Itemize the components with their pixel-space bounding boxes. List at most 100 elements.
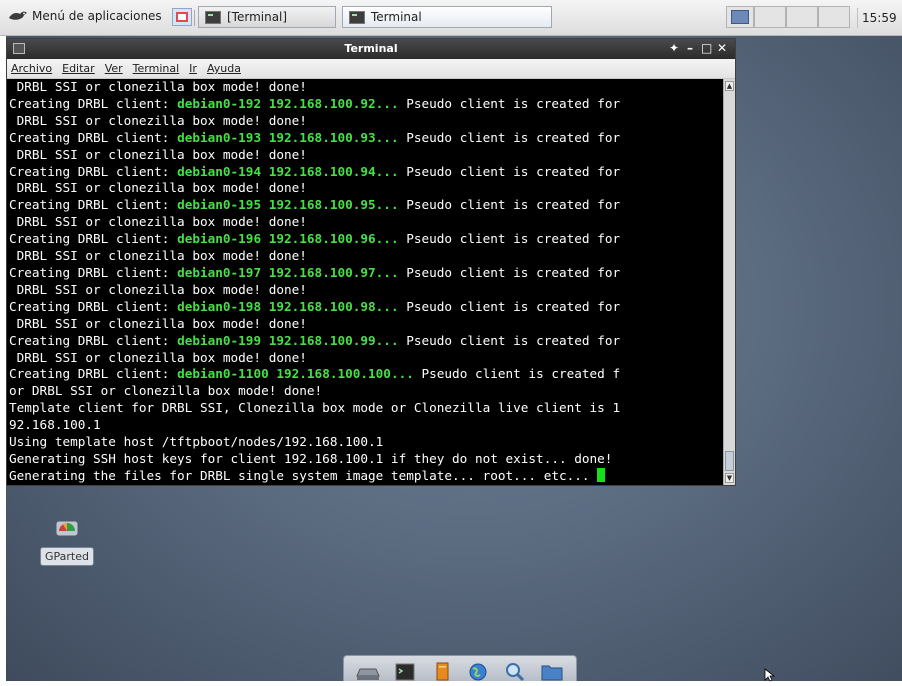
- terminal-line: Using template host /tftpboot/nodes/192.…: [9, 434, 723, 451]
- terminal-highlight-text: debian0-1100 192.168.100.100...: [177, 366, 414, 382]
- terminal-line-text: Pseudo client is created for: [398, 264, 621, 280]
- terminal-line-text: Using template host /tftpboot/nodes/192.…: [9, 434, 384, 450]
- menu-bar: Archivo Editar Ver Terminal Ir Ayuda: [7, 59, 735, 79]
- terminal-line: or DRBL SSI or clonezilla box mode! done…: [9, 383, 723, 400]
- terminal-line: Generating SSH host keys for client 192.…: [9, 451, 723, 468]
- terminal-line: Creating DRBL client: debian0-193 192.16…: [9, 130, 723, 147]
- terminal-line: 92.168.100.1: [9, 417, 723, 434]
- terminal-line: Creating DRBL client: debian0-194 192.16…: [9, 164, 723, 181]
- scroll-down-arrow[interactable]: ▼: [725, 473, 734, 483]
- terminal-line-text: or DRBL SSI or clonezilla box mode! done…: [9, 383, 323, 399]
- taskbar-item-label: Terminal: [371, 10, 422, 24]
- minimize-icon[interactable]: –: [685, 41, 695, 55]
- web-browser-icon[interactable]: [465, 661, 491, 681]
- terminal-line-text: DRBL SSI or clonezilla box mode! done!: [9, 180, 307, 196]
- workspace-window-thumbnail: [731, 10, 749, 24]
- terminal-line-text: Creating DRBL client:: [9, 129, 178, 145]
- menu-archivo[interactable]: Archivo: [11, 62, 52, 75]
- terminal-highlight-text: debian0-192 192.168.100.92...: [177, 95, 399, 111]
- terminal-highlight-text: debian0-194 192.168.100.94...: [177, 163, 399, 179]
- dock-panel: [343, 655, 577, 681]
- terminal-line: Creating DRBL client: debian0-1100 192.1…: [9, 366, 723, 383]
- pin-icon[interactable]: ✦: [669, 41, 679, 55]
- terminal-line: DRBL SSI or clonezilla box mode! done!: [9, 113, 723, 130]
- terminal-line: Creating DRBL client: debian0-192 192.16…: [9, 96, 723, 113]
- title-bar[interactable]: Terminal ✦ – □ ✕: [7, 39, 735, 59]
- terminal-line: Creating DRBL client: debian0-195 192.16…: [9, 197, 723, 214]
- workspace-3[interactable]: [786, 6, 818, 28]
- menu-ver[interactable]: Ver: [105, 62, 123, 75]
- terminal-highlight-text: debian0-195 192.168.100.95...: [177, 197, 399, 213]
- terminal-cursor: [597, 467, 606, 482]
- vertical-scrollbar[interactable]: ▲ ▼: [723, 79, 735, 485]
- terminal-line: Creating DRBL client: debian0-198 192.16…: [9, 299, 723, 316]
- mouse-pointer-icon: [764, 667, 778, 682]
- terminal-line-text: DRBL SSI or clonezilla box mode! done!: [9, 315, 307, 331]
- search-icon[interactable]: [502, 661, 528, 681]
- close-icon[interactable]: ✕: [717, 41, 727, 55]
- terminal-line-text: Creating DRBL client:: [9, 231, 178, 247]
- terminal-line: DRBL SSI or clonezilla box mode! done!: [9, 180, 723, 197]
- terminal-line-text: DRBL SSI or clonezilla box mode! done!: [9, 349, 307, 365]
- terminal-highlight-text: debian0-196 192.168.100.96...: [177, 231, 399, 247]
- desktop-icon-gparted[interactable]: GParted: [36, 517, 98, 566]
- applications-menu-label: Menú de aplicaciones: [32, 9, 162, 23]
- drive-icon[interactable]: [355, 661, 381, 681]
- terminal-line-text: DRBL SSI or clonezilla box mode! done!: [9, 146, 307, 162]
- clock[interactable]: 15:59: [857, 8, 902, 28]
- workspace-1[interactable]: [726, 6, 754, 28]
- workspace-2[interactable]: [754, 6, 786, 28]
- window-title: Terminal: [344, 42, 398, 55]
- taskbar-item-terminal-active[interactable]: Terminal: [342, 6, 552, 28]
- terminal-line-text: Creating DRBL client:: [9, 264, 178, 280]
- panel-separator: [194, 10, 195, 26]
- terminal-line: DRBL SSI or clonezilla box mode! done!: [9, 248, 723, 265]
- terminal-line-text: DRBL SSI or clonezilla box mode! done!: [9, 281, 307, 297]
- terminal-line-text: Pseudo client is created for: [398, 95, 621, 111]
- terminal-line-text: Creating DRBL client:: [9, 298, 178, 314]
- terminal-line-text: Creating DRBL client:: [9, 332, 178, 348]
- workspace-4[interactable]: [818, 6, 850, 28]
- terminal-highlight-text: debian0-197 192.168.100.97...: [177, 264, 399, 280]
- maximize-icon[interactable]: □: [701, 41, 712, 55]
- terminal-line-text: Generating the files for DRBL single sys…: [9, 467, 598, 483]
- terminal-line-text: DRBL SSI or clonezilla box mode! done!: [9, 79, 307, 94]
- taskbar-item-label: [Terminal]: [227, 10, 288, 24]
- clock-time: 15:59: [862, 11, 897, 25]
- terminal-icon: [205, 10, 221, 24]
- gparted-icon: [55, 517, 79, 539]
- terminal-line-text: Creating DRBL client:: [9, 163, 178, 179]
- quick-launch-icon[interactable]: [172, 8, 192, 26]
- terminal-highlight-text: debian0-198 192.168.100.98...: [177, 298, 399, 314]
- scroll-up-arrow[interactable]: ▲: [725, 81, 734, 91]
- scrollbar-thumb[interactable]: [725, 451, 734, 471]
- menu-editar[interactable]: Editar: [62, 62, 95, 75]
- terminal-line-text: 92.168.100.1: [9, 417, 101, 433]
- menu-terminal[interactable]: Terminal: [133, 62, 180, 75]
- text-editor-icon[interactable]: [429, 661, 455, 681]
- terminal-line: DRBL SSI or clonezilla box mode! done!: [9, 214, 723, 231]
- terminal-output[interactable]: DRBL SSI or clonezilla box mode! done! Cr…: [7, 79, 723, 485]
- menu-ayuda[interactable]: Ayuda: [207, 62, 241, 75]
- desktop-icon-label: GParted: [40, 547, 94, 566]
- terminal-line: DRBL SSI or clonezilla box mode! done!: [9, 147, 723, 164]
- terminal-line-text: Pseudo client is created for: [398, 332, 621, 348]
- terminal-line-text: Creating DRBL client:: [9, 366, 178, 382]
- terminal-line: DRBL SSI or clonezilla box mode! done!: [9, 316, 723, 333]
- terminal-line-text: Creating DRBL client:: [9, 197, 178, 213]
- terminal-highlight-text: debian0-199 192.168.100.99...: [177, 332, 399, 348]
- taskbar-item-terminal-inactive[interactable]: [Terminal]: [198, 6, 336, 28]
- terminal-highlight-text: debian0-193 192.168.100.93...: [177, 129, 399, 145]
- applications-menu-button[interactable]: Menú de aplicaciones: [8, 9, 162, 23]
- folder-icon[interactable]: [539, 661, 565, 681]
- terminal-window: Terminal ✦ – □ ✕ Archivo Editar Ver Term…: [6, 38, 736, 486]
- terminal-line-text: Creating DRBL client:: [9, 95, 178, 111]
- terminal-line-text: DRBL SSI or clonezilla box mode! done!: [9, 214, 307, 230]
- workspace-switcher: [726, 6, 850, 28]
- terminal-text: DRBL SSI or clonezilla box mode! done! Cr…: [7, 79, 723, 485]
- terminal-line: DRBL SSI or clonezilla box mode! done!: [9, 79, 723, 96]
- terminal-line: Creating DRBL client: debian0-197 192.16…: [9, 265, 723, 282]
- terminal-line: DRBL SSI or clonezilla box mode! done!: [9, 350, 723, 367]
- menu-ir[interactable]: Ir: [189, 62, 197, 75]
- terminal-icon[interactable]: [392, 661, 418, 681]
